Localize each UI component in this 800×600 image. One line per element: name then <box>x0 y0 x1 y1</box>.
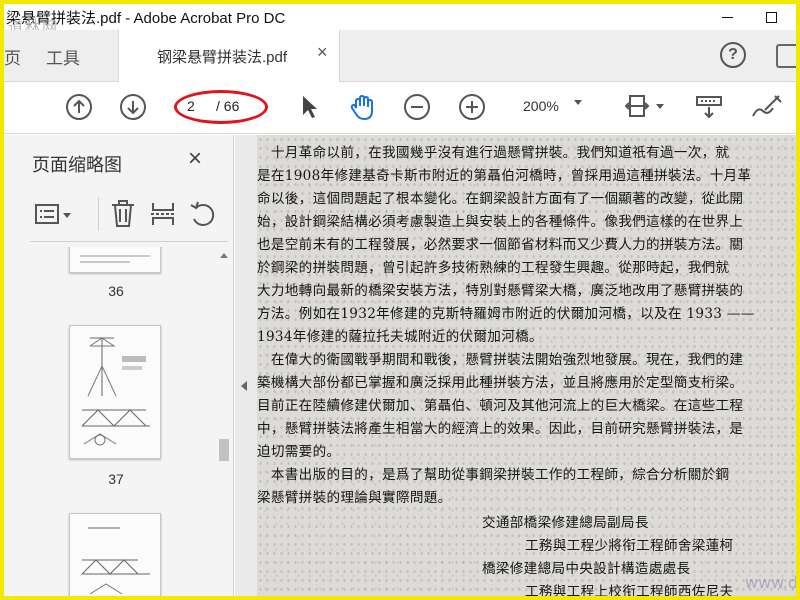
tab-bar: 页 工具 钢梁悬臂拼装法.pdf × ? <box>4 30 796 82</box>
trash-icon <box>112 200 134 227</box>
cursor-pointer-icon <box>303 96 317 118</box>
tab-tools[interactable]: 工具 <box>46 44 80 69</box>
zoom-level-dropdown[interactable]: 200% <box>523 98 559 114</box>
page-fit-button[interactable] <box>624 92 668 122</box>
red-ellipse-annotation <box>174 90 268 124</box>
zoom-out-icon <box>404 94 430 120</box>
text-line: 梁懸臂拼裝的理論與實際問題。 <box>257 490 452 506</box>
thumbnail-page-number: 36 <box>108 283 124 299</box>
text-line: 中，懸臂拼裝法將產生相當大的經濟上的效果。因此，目前研究懸臂拼裝法，是 <box>257 421 744 437</box>
thumbnail-toolbar <box>16 189 234 241</box>
extract-pages-icon <box>151 203 175 225</box>
divider <box>30 241 228 242</box>
thumbnail-list: 36 37 <box>16 247 234 596</box>
delete-page-button[interactable] <box>108 199 138 229</box>
text-line: 命以後，這個問題起了根本變化。在鋼梁設計方面有了一個顯著的改變，從此開 <box>257 191 744 207</box>
signature-line: 交通部橋梁修建總局副局長 <box>482 515 649 531</box>
minimize-button[interactable] <box>704 4 750 30</box>
tab-home[interactable]: 页 <box>4 44 21 69</box>
scrolling-mode-button[interactable] <box>694 92 724 122</box>
text-line: 大力地轉向最新的橋梁安裝方法，特別對懸臂梁大橋，廣泛地改用了懸臂拼裝的 <box>257 283 744 299</box>
hand-icon <box>350 94 373 121</box>
site-watermark: www.daolinw.com <box>745 573 796 592</box>
scroll-mode-icon <box>696 96 722 119</box>
previous-page-button[interactable] <box>64 92 94 122</box>
text-line: 本書出版的目的，是爲了幫助從事鋼梁拼裝工作的工程師，綜合分析關於鋼 <box>257 467 730 483</box>
pdf-page: 十月革命以前，在我國幾乎沒有進行過懸臂拼裝。我們知道祇有過一次，就 是在1908… <box>257 135 796 600</box>
signature-line: 工務與工程少將衔工程師舍梁蓮柯 <box>525 538 734 554</box>
list-options-icon <box>35 204 71 224</box>
page-preview-image <box>81 527 150 595</box>
panel-title: 页面缩略图 <box>32 155 122 175</box>
hand-tool-button[interactable] <box>347 92 377 122</box>
text-line: 方法。例如在1932年修建的克斯特羅姆市附近的伏爾加河橋，以及在 1933 —— <box>257 306 755 322</box>
next-page-button[interactable] <box>118 92 148 122</box>
extract-page-button[interactable] <box>148 199 178 229</box>
thumbnail-scrollbar[interactable] <box>217 247 232 596</box>
app-window: 梁悬臂拼装法.pdf - Adobe Acrobat Pro DC 道林网 页 … <box>0 0 800 600</box>
text-line: 是在1908年修建基奇卡斯市附近的第聶伯河橋時，曾採用過這種拼裝法。十月革 <box>257 168 752 184</box>
sign-pen-icon <box>752 95 782 117</box>
zoom-in-button[interactable] <box>457 92 487 122</box>
share-panel-icon[interactable] <box>776 44 796 68</box>
maximize-button[interactable] <box>748 4 794 30</box>
scroll-up-icon[interactable] <box>220 253 228 258</box>
page-thumbnail-37[interactable] <box>69 325 161 459</box>
rotate-counterclockwise-icon <box>190 201 215 226</box>
help-icon[interactable]: ? <box>720 42 746 68</box>
signature-line: 工務與工程上校衔工程師西佐尼夫 <box>525 584 734 600</box>
tab-document[interactable]: 钢梁悬臂拼装法.pdf × <box>118 30 340 82</box>
page-thumbnail-38[interactable] <box>69 513 161 596</box>
text-line: 十月革命以前，在我國幾乎沒有進行過懸臂拼裝。我們知道祇有過一次，就 <box>257 145 730 161</box>
arrow-up-circle-icon <box>66 94 92 120</box>
tab-document-label: 钢梁悬臂拼装法.pdf <box>157 49 288 66</box>
scrollbar-thumb[interactable] <box>219 439 229 461</box>
sign-button[interactable] <box>749 92 785 122</box>
thumbnail-page-number: 37 <box>108 471 124 487</box>
thumbnails-panel: 页面缩略图 × 36 37 <box>4 135 234 596</box>
text-line: 於鋼梁的拼裝問題，曾引起許多技術熟練的工程發生興趣。從那時起，我們就 <box>257 260 730 276</box>
fit-page-width-icon <box>624 95 664 117</box>
text-line: 1934年修建的薩拉托夫城附近的伏爾加河橋。 <box>257 329 543 345</box>
text-line: 築機構大部份都已掌握和廣泛採用此種拼裝方法，並且將應用於定型簡支桁梁。 <box>257 375 744 391</box>
chevron-down-icon <box>574 100 582 105</box>
title-bar: 梁悬臂拼装法.pdf - Adobe Acrobat Pro DC 道林网 <box>4 4 796 36</box>
zoom-in-icon <box>459 94 485 120</box>
text-line: 在偉大的衛國戰爭期間和戰後，懸臂拼裝法開始強烈地發展。現在，我們的建 <box>257 352 744 368</box>
page-thumbnail-36[interactable] <box>69 247 161 273</box>
select-tool-button[interactable] <box>294 92 324 122</box>
text-line: 始，設計鋼梁結構必須考慮製造上與安裝上的各種條件。像我們這樣的在世界上 <box>257 214 744 230</box>
document-viewport[interactable]: 十月革命以前，在我國幾乎沒有進行過懸臂拼裝。我們知道祇有過一次，就 是在1908… <box>235 135 796 600</box>
collapse-panel-icon[interactable] <box>241 381 247 391</box>
text-line: 目前正在陸續修建伏爾加、第聶伯、頓河及其他河流上的巨大橋梁。在這些工程 <box>257 398 744 414</box>
rotate-page-button[interactable] <box>188 199 218 229</box>
maximize-icon <box>765 11 777 23</box>
main-toolbar: / 66 2 <box>4 82 796 134</box>
page-preview-image <box>81 337 150 446</box>
page-preview-image <box>80 255 150 263</box>
zoom-out-button[interactable] <box>402 92 432 122</box>
tab-close-icon[interactable]: × <box>317 42 328 63</box>
text-line: 也是空前未有的工程發展，必然要求一個節省材料而又少費人力的拼裝方法。關 <box>257 237 744 253</box>
thumbnail-options-button[interactable] <box>32 199 76 229</box>
arrow-down-circle-icon <box>120 94 146 120</box>
text-line: 迫切需要的。 <box>257 444 341 460</box>
signature-line: 橋梁修建總局中央設計構造處處長 <box>482 561 691 577</box>
panel-close-icon[interactable]: × <box>188 145 202 173</box>
toolbar-divider <box>98 197 99 231</box>
minimize-icon <box>721 16 733 18</box>
